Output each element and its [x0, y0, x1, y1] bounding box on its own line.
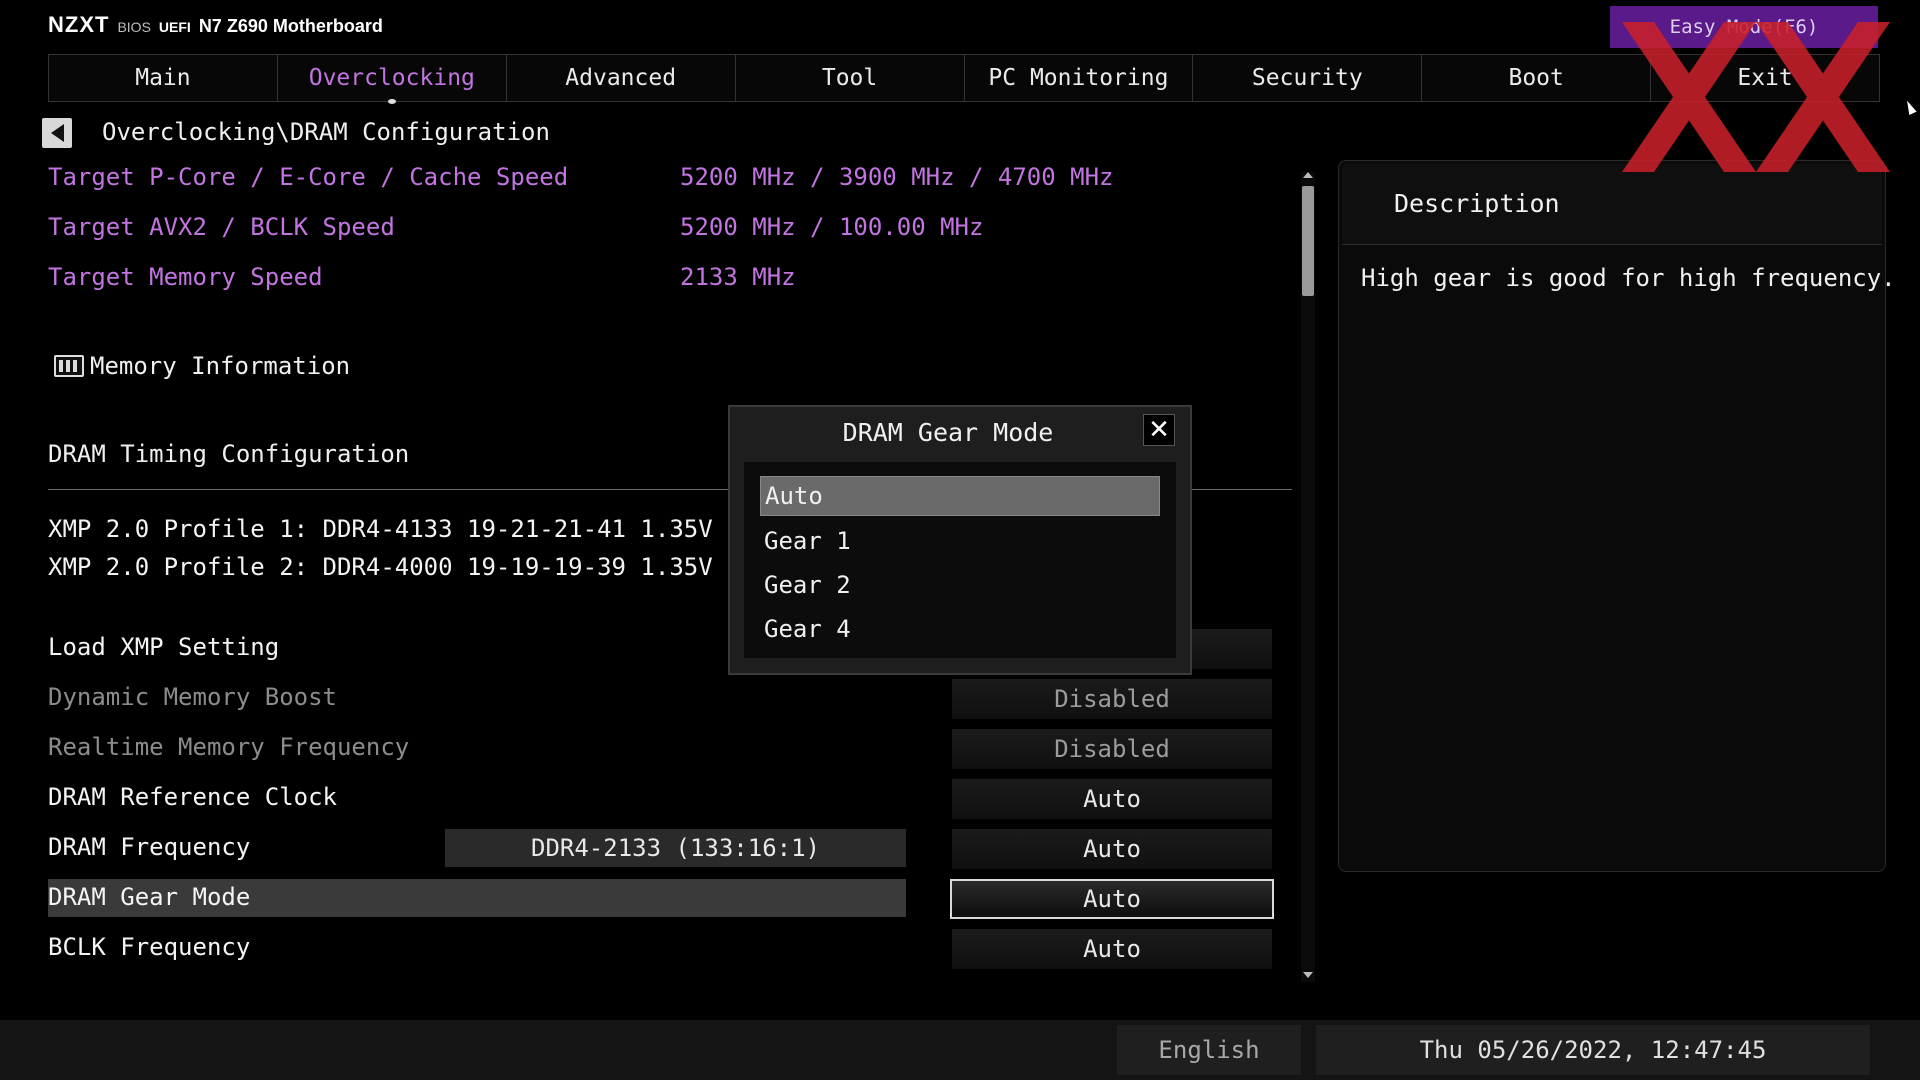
scroll-up-arrow-icon[interactable]	[1303, 172, 1313, 178]
memory-information-label: Memory Information	[90, 352, 351, 380]
setting-value-dram-frequency[interactable]: Auto	[952, 829, 1272, 869]
back-arrow-icon	[50, 124, 64, 142]
setting-label-dynamic-memory-boost: Dynamic Memory Boost	[48, 683, 337, 711]
back-button[interactable]	[42, 118, 72, 148]
setting-label-bclk-frequency: BCLK Frequency	[48, 933, 251, 961]
scroll-down-arrow-icon[interactable]	[1303, 972, 1313, 978]
brand-logo: NZXT BIOS UEFI N7 Z690 Motherboard	[48, 12, 383, 38]
tab-main[interactable]: Main	[48, 54, 278, 102]
info-label-target-memory-speed: Target Memory Speed	[48, 263, 323, 291]
setting-value-dynamic-memory-boost[interactable]: Disabled	[952, 679, 1272, 719]
tab-tool[interactable]: Tool	[735, 54, 965, 102]
bios-label: BIOS	[117, 19, 151, 35]
setting-value-realtime-memory-frequency[interactable]: Disabled	[952, 729, 1272, 769]
scrollbar-thumb[interactable]	[1302, 186, 1314, 296]
xmp-profile-2: XMP 2.0 Profile 2: DDR4-4000 19-19-19-39…	[48, 553, 785, 581]
info-value-target-avx2-bclk: 5200 MHz / 100.00 MHz	[680, 213, 984, 241]
tab-overclocking[interactable]: Overclocking	[277, 54, 507, 104]
uefi-label: UEFI	[158, 19, 191, 35]
tab-advanced[interactable]: Advanced	[506, 54, 736, 102]
tab-security[interactable]: Security	[1193, 54, 1423, 102]
setting-label-dram-reference-clock: DRAM Reference Clock	[48, 783, 337, 811]
info-value-target-core-speed: 5200 MHz / 3900 MHz / 4700 MHz	[680, 163, 1114, 191]
option-gear-2[interactable]: Gear 2	[760, 565, 1160, 605]
description-text: High gear is good for high frequency.	[1361, 264, 1896, 292]
tab-pc-monitoring[interactable]: PC Monitoring	[964, 54, 1194, 102]
close-icon[interactable]: ✕	[1143, 414, 1175, 446]
date-time-display: Thu 05/26/2022, 12:47:45	[1316, 1025, 1870, 1075]
setting-label-dram-frequency: DRAM Frequency	[48, 833, 251, 861]
memory-information-link[interactable]: Memory Information	[54, 352, 350, 380]
dram-timing-configuration-link[interactable]: DRAM Timing Configuration	[48, 440, 409, 468]
info-label-target-avx2-bclk: Target AVX2 / BCLK Speed	[48, 213, 395, 241]
mouse-cursor-icon	[1903, 98, 1917, 116]
tab-boot[interactable]: Boot	[1422, 54, 1652, 102]
setting-value-dram-reference-clock[interactable]: Auto	[952, 779, 1272, 819]
language-selector[interactable]: English	[1117, 1025, 1301, 1075]
setting-label-realtime-memory-frequency: Realtime Memory Frequency	[48, 733, 410, 761]
info-label-target-core-speed: Target P-Core / E-Core / Cache Speed	[48, 163, 569, 191]
info-value-target-memory-speed: 2133 MHz	[680, 263, 796, 291]
dram-frequency-info: DDR4-2133 (133:16:1)	[445, 829, 906, 867]
breadcrumb: Overclocking\DRAM Configuration	[102, 118, 550, 146]
description-title: Description	[1394, 189, 1560, 218]
setting-value-bclk-frequency[interactable]: Auto	[952, 929, 1272, 969]
motherboard-model: N7 Z690 Motherboard	[198, 16, 383, 36]
option-gear-1[interactable]: Gear 1	[760, 521, 1160, 561]
dialog-title: DRAM Gear Mode	[842, 418, 1054, 447]
watermark-logo-icon	[1622, 22, 1890, 172]
memory-module-icon	[54, 355, 84, 377]
main-tabs: Main Overclocking Advanced Tool PC Monit…	[48, 54, 1880, 104]
brand-name: NZXT	[48, 12, 110, 37]
setting-label-load-xmp: Load XMP Setting	[48, 633, 280, 661]
option-gear-4[interactable]: Gear 4	[760, 609, 1160, 649]
xmp-profile-1: XMP 2.0 Profile 1: DDR4-4133 19-21-21-41…	[48, 515, 785, 543]
option-auto[interactable]: Auto	[760, 476, 1160, 516]
setting-label-dram-gear-mode: DRAM Gear Mode	[48, 883, 251, 911]
setting-value-dram-gear-mode[interactable]: Auto	[950, 879, 1274, 919]
